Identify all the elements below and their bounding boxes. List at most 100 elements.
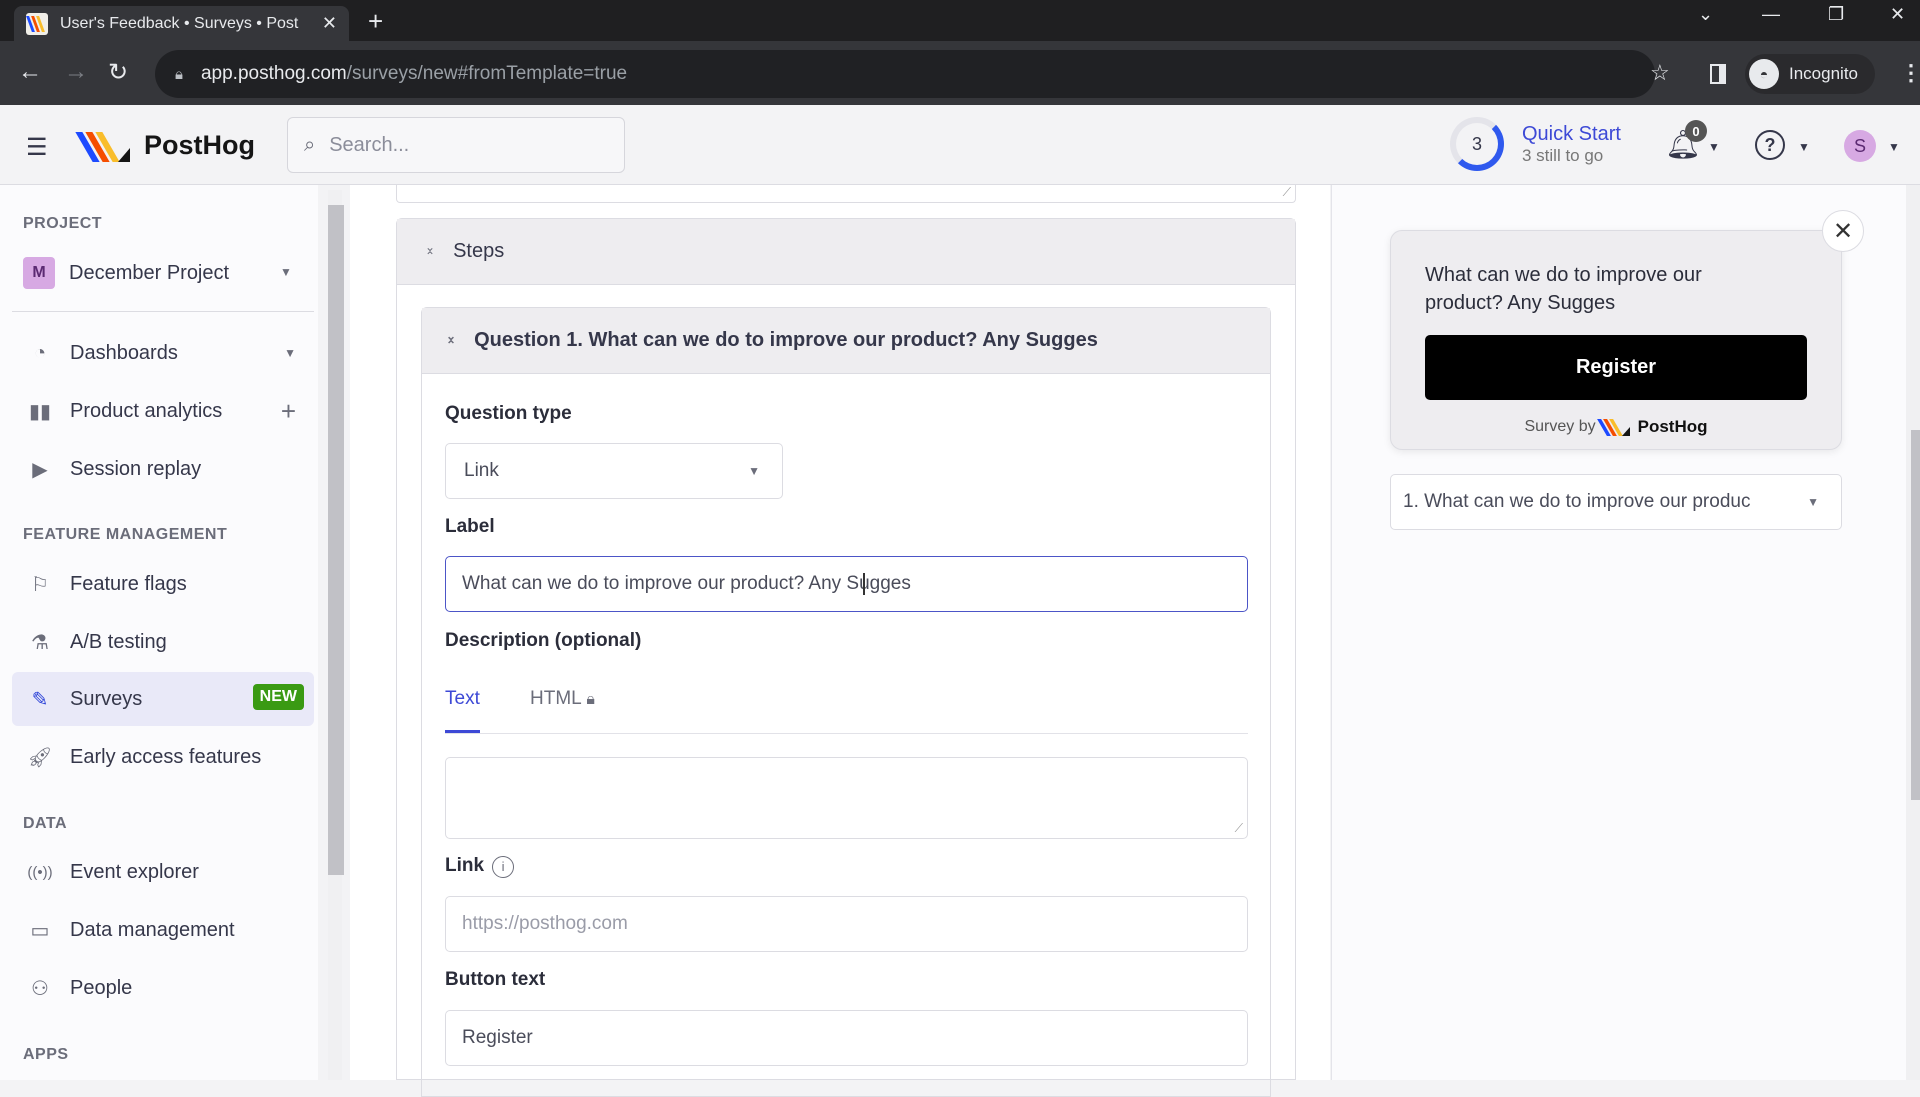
page-scroll-thumb[interactable] — [1911, 430, 1920, 800]
sidebar-item-label: Product analytics — [70, 399, 223, 422]
browser-menu-icon[interactable]: ⋮ — [1900, 60, 1920, 86]
steps-title: Steps — [453, 240, 505, 262]
back-icon[interactable]: ← — [18, 58, 42, 86]
info-icon[interactable]: i — [492, 855, 515, 878]
steps-header[interactable]: ⌄ ⌃ Steps — [397, 219, 1295, 285]
preview-question-select[interactable]: 1. What can we do to improve our produc … — [1390, 474, 1842, 530]
resize-grip-icon[interactable]: ⟋ — [1283, 185, 1291, 200]
sidebar-toggle-icon[interactable]: ☰ — [26, 133, 48, 162]
project-dropdown-icon[interactable]: ▼ — [280, 265, 292, 279]
user-avatar[interactable]: S — [1844, 130, 1876, 162]
section-apps: APPS — [23, 1046, 69, 1063]
posthog-logo-icon — [75, 128, 136, 162]
browser-tab-bar: User's Feedback • Surveys • Post ✕ + ⌄ —… — [0, 0, 1920, 41]
button-text-value: Register — [462, 1027, 533, 1048]
sidebar-item-ab-testing[interactable]: ⚗ A/B testing — [12, 615, 314, 669]
quick-start-subtitle: 3 still to go — [1522, 145, 1604, 165]
user-dropdown-icon[interactable]: ▼ — [1888, 140, 1900, 154]
posthog-logo-icon — [1596, 418, 1632, 436]
add-insight-icon[interactable]: + — [281, 396, 296, 427]
help-dropdown-icon[interactable]: ▼ — [1798, 140, 1810, 154]
question-type-select[interactable]: Link ▼ — [445, 443, 783, 499]
search-input[interactable]: ⌕ Search... — [287, 117, 625, 173]
button-text-input[interactable]: Register — [445, 1010, 1248, 1066]
sidebar-scroll-thumb[interactable] — [328, 205, 344, 875]
question-header[interactable]: ⌄ ⌃ Question 1. What can we do to improve… — [422, 308, 1270, 374]
search-placeholder: Search... — [329, 133, 410, 156]
quick-start-title: Quick Start — [1522, 122, 1621, 145]
close-window-icon[interactable]: ✕ — [1890, 4, 1905, 25]
description-tabs: Text HTML 🔒︎ — [445, 688, 1248, 734]
sidebar-item-early-access[interactable]: 🚀︎ Early access features — [12, 730, 314, 784]
url-path: /surveys/new#fromTemplate=true — [346, 63, 628, 84]
notifications-dropdown-icon[interactable]: ▼ — [1708, 140, 1720, 154]
previous-textarea[interactable]: ⟋ — [396, 185, 1296, 203]
play-square-icon: ▶ — [32, 458, 48, 481]
database-icon: ▭ — [30, 919, 50, 942]
posthog-favicon-icon — [26, 12, 48, 35]
reload-icon[interactable]: ↻ — [108, 58, 128, 87]
gauge-icon: ◔ — [33, 341, 47, 364]
minimize-icon[interactable]: — — [1762, 4, 1780, 25]
link-input[interactable]: https://posthog.com — [445, 896, 1248, 952]
dashboards-dropdown-icon[interactable]: ▼ — [284, 346, 296, 360]
sidebar-item-surveys[interactable]: ✎ Surveys NEW — [12, 672, 314, 726]
sidebar-item-label: Event explorer — [70, 860, 199, 883]
sidebar-item-event-explorer[interactable]: ((•)) Event explorer — [12, 845, 314, 899]
browser-tab[interactable]: User's Feedback • Surveys • Post ✕ — [14, 6, 349, 41]
sidebar-item-label: Dashboards — [70, 341, 178, 364]
description-label: Description (optional) — [445, 630, 642, 651]
project-avatar: M — [23, 257, 55, 289]
sidebar-item-data-management[interactable]: ▭ Data management — [12, 903, 314, 957]
label-input-value: What can we do to improve our product? A… — [462, 573, 911, 594]
new-badge: NEW — [252, 684, 304, 710]
survey-by-text: Survey by — [1524, 418, 1596, 435]
sidebar-item-label: Session replay — [70, 457, 202, 480]
link-label: Link i — [445, 855, 515, 878]
preview-question-select-value: 1. What can we do to improve our produc — [1403, 491, 1751, 512]
flag-icon: ⚐ — [31, 573, 49, 596]
flask-icon: ⚗ — [31, 631, 49, 654]
sidebar-item-label: People — [70, 976, 133, 999]
tab-text[interactable]: Text — [445, 688, 480, 733]
help-icon[interactable]: ? — [1755, 130, 1785, 160]
sidebar-item-session-replay[interactable]: ▶ Session replay — [12, 442, 314, 496]
tab-html[interactable]: HTML 🔒︎ — [530, 688, 595, 710]
tab-html-label: HTML — [530, 688, 582, 709]
forward-icon[interactable]: → — [64, 58, 88, 86]
sidebar-item-people[interactable]: ⚇ People — [12, 961, 314, 1015]
people-icon: ⚇ — [31, 977, 49, 1000]
link-label-text: Link — [445, 855, 485, 876]
collapse-icon: ⌄ ⌃ — [446, 328, 457, 352]
close-preview-icon[interactable]: ✕ — [1822, 210, 1864, 252]
preview-register-button[interactable]: Register — [1425, 335, 1807, 400]
incognito-label: Incognito — [1789, 64, 1858, 83]
label-field-label: Label — [445, 516, 495, 537]
quick-start-button[interactable]: 3 Quick Start 3 still to go — [1450, 117, 1621, 171]
posthog-logo[interactable]: PostHog — [75, 128, 255, 162]
bookmark-star-icon[interactable]: ☆ — [1650, 60, 1670, 86]
sidebar-item-label: Surveys — [70, 687, 143, 710]
label-input[interactable]: What can we do to improve our product? A… — [445, 556, 1248, 612]
question-type-label: Question type — [445, 403, 572, 424]
sidebar-item-feature-flags[interactable]: ⚐ Feature flags — [12, 557, 314, 611]
section-project: PROJECT — [23, 215, 103, 232]
sidebar-item-label: Feature flags — [70, 572, 187, 595]
lock-icon: 🔒︎ — [175, 65, 183, 83]
sidebar-item-dashboards[interactable]: ◔ Dashboards ▼ — [12, 326, 314, 380]
close-tab-icon[interactable]: ✕ — [322, 13, 337, 34]
address-bar[interactable]: 🔒︎ app.posthog.com /surveys/new#fromTemp… — [155, 50, 1655, 98]
incognito-profile[interactable]: ◓ Incognito — [1745, 54, 1875, 94]
link-placeholder: https://posthog.com — [462, 913, 628, 934]
search-icon: ⌕ — [304, 133, 316, 156]
side-panel-icon[interactable] — [1710, 64, 1726, 84]
new-tab-icon[interactable]: + — [368, 6, 383, 37]
tab-search-icon[interactable]: ⌄ — [1698, 4, 1713, 25]
rocket-icon: 🚀︎ — [27, 746, 53, 769]
resize-grip-icon[interactable]: ⟋ — [1235, 821, 1243, 836]
description-textarea[interactable]: ⟋ — [445, 757, 1248, 839]
project-switcher[interactable]: M December Project — [23, 257, 229, 289]
chevron-down-icon: ▼ — [748, 464, 760, 478]
sidebar-item-product-analytics[interactable]: ▮▮ Product analytics + — [12, 384, 314, 438]
restore-icon[interactable]: ❐ — [1828, 4, 1844, 25]
